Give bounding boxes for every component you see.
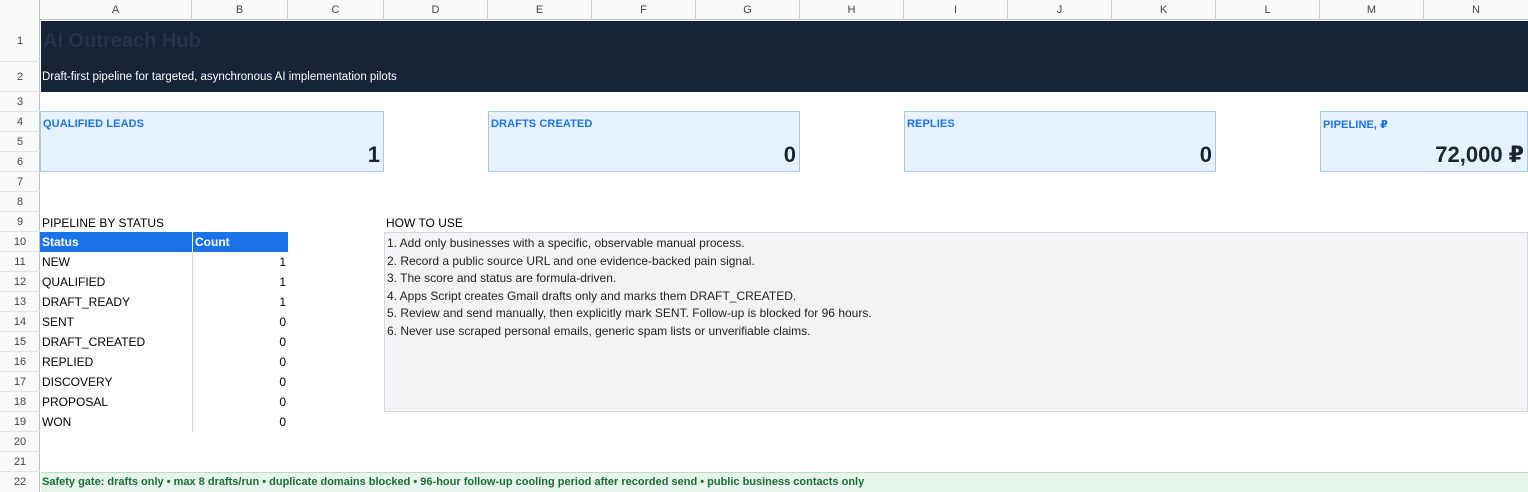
- status-cell[interactable]: SENT: [42, 312, 190, 332]
- safety-gate-bar[interactable]: Safety gate: drafts only • max 8 drafts/…: [41, 472, 1528, 492]
- column-header-row: A B C D E F G H I J K L M N: [0, 0, 1528, 20]
- column-header-e[interactable]: E: [488, 0, 592, 20]
- row-header-15[interactable]: 15: [0, 332, 40, 352]
- count-cell[interactable]: 0: [193, 312, 286, 332]
- status-cell[interactable]: DISCOVERY: [42, 372, 190, 392]
- column-header-m[interactable]: M: [1320, 0, 1424, 20]
- kpi-value: 0: [1199, 142, 1212, 167]
- column-header-n[interactable]: N: [1424, 0, 1528, 20]
- how-to-use-line: 5. Review and send manually, then explic…: [387, 306, 872, 320]
- count-cell[interactable]: 0: [193, 372, 286, 392]
- row-header-19[interactable]: 19: [0, 412, 40, 432]
- column-header-a[interactable]: A: [40, 0, 192, 20]
- count-cell[interactable]: 0: [193, 352, 286, 372]
- how-to-use-line: 3. The score and status are formula-driv…: [387, 271, 617, 285]
- count-cell[interactable]: 1: [193, 272, 286, 292]
- row-header-18[interactable]: 18: [0, 392, 40, 412]
- how-to-use-title[interactable]: HOW TO USE: [386, 216, 463, 230]
- column-header-b[interactable]: B: [192, 0, 288, 20]
- row-header-1[interactable]: 1: [0, 20, 40, 62]
- row-header-10[interactable]: 10: [0, 232, 40, 252]
- how-to-use-line: 1. Add only businesses with a specific, …: [387, 236, 745, 250]
- row-header-13[interactable]: 13: [0, 292, 40, 312]
- status-cell[interactable]: WON: [42, 412, 190, 432]
- kpi-card-pipeline[interactable]: PIPELINE, ₽ 72,000 ₽: [1320, 111, 1528, 172]
- status-cell[interactable]: DRAFT_CREATED: [42, 332, 190, 352]
- row-header-14[interactable]: 14: [0, 312, 40, 332]
- header-count[interactable]: Count: [192, 232, 288, 252]
- kpi-value: 72,000 ₽: [1435, 142, 1524, 167]
- column-header-h[interactable]: H: [800, 0, 904, 20]
- column-header-j[interactable]: J: [1008, 0, 1112, 20]
- status-cell[interactable]: QUALIFIED: [42, 272, 190, 292]
- column-header-g[interactable]: G: [696, 0, 800, 20]
- pipeline-by-status-title[interactable]: PIPELINE BY STATUS: [42, 216, 164, 230]
- kpi-label: REPLIES: [907, 118, 955, 130]
- row-header-16[interactable]: 16: [0, 352, 40, 372]
- how-to-use-line: 6. Never use scraped personal emails, ge…: [387, 324, 811, 338]
- row-header-17[interactable]: 17: [0, 372, 40, 392]
- kpi-card-replies[interactable]: REPLIES 0: [904, 111, 1216, 172]
- row-header-7[interactable]: 7: [0, 172, 40, 192]
- count-cell[interactable]: 0: [193, 392, 286, 412]
- kpi-label: DRAFTS CREATED: [491, 118, 593, 130]
- column-header-l[interactable]: L: [1216, 0, 1320, 20]
- status-cell[interactable]: DRAFT_READY: [42, 292, 190, 312]
- kpi-card-drafts-created[interactable]: DRAFTS CREATED 0: [488, 111, 800, 172]
- row-header-20[interactable]: 20: [0, 432, 40, 452]
- row-header-9[interactable]: 9: [0, 212, 40, 232]
- status-cell[interactable]: NEW: [42, 252, 190, 272]
- row-header-21[interactable]: 21: [0, 452, 40, 472]
- how-to-use-box[interactable]: 1. Add only businesses with a specific, …: [384, 232, 1528, 412]
- kpi-label: QUALIFIED LEADS: [43, 118, 145, 130]
- sheet-title[interactable]: AI Outreach Hub: [43, 30, 201, 53]
- kpi-value: 0: [783, 142, 796, 167]
- row-header-6[interactable]: 6: [0, 152, 40, 172]
- header-status[interactable]: Status: [40, 232, 192, 252]
- row-header-8[interactable]: 8: [0, 192, 40, 212]
- row-header-4[interactable]: 4: [0, 112, 40, 132]
- count-cell[interactable]: 1: [193, 252, 286, 272]
- count-cell[interactable]: 0: [193, 412, 286, 432]
- row-header-column: 1 2 3 4 5 6 7 8 9 10 11 12 13 14 15 16 1…: [0, 20, 40, 492]
- status-cell[interactable]: REPLIED: [42, 352, 190, 372]
- row-header-2[interactable]: 2: [0, 62, 40, 92]
- sheet-subtitle[interactable]: Draft-first pipeline for targeted, async…: [42, 71, 397, 83]
- column-header-d[interactable]: D: [384, 0, 488, 20]
- column-header-f[interactable]: F: [592, 0, 696, 20]
- row-header-11[interactable]: 11: [0, 252, 40, 272]
- count-cell[interactable]: 1: [193, 292, 286, 312]
- row-header-22[interactable]: 22: [0, 472, 40, 492]
- select-all-corner[interactable]: [0, 0, 40, 20]
- row-header-3[interactable]: 3: [0, 92, 40, 112]
- row-header-5[interactable]: 5: [0, 132, 40, 152]
- count-cell[interactable]: 0: [193, 332, 286, 352]
- column-header-c[interactable]: C: [288, 0, 384, 20]
- how-to-use-line: 4. Apps Script creates Gmail drafts only…: [387, 289, 797, 303]
- how-to-use-line: 2. Record a public source URL and one ev…: [387, 254, 755, 268]
- column-header-i[interactable]: I: [904, 0, 1008, 20]
- kpi-card-qualified-leads[interactable]: QUALIFIED LEADS 1: [40, 111, 384, 172]
- kpi-label: PIPELINE, ₽: [1323, 119, 1388, 131]
- row-header-12[interactable]: 12: [0, 272, 40, 292]
- column-header-k[interactable]: K: [1112, 0, 1216, 20]
- status-cell[interactable]: PROPOSAL: [42, 392, 190, 412]
- kpi-value: 1: [367, 142, 380, 167]
- safety-gate-text: Safety gate: drafts only • max 8 drafts/…: [42, 476, 865, 488]
